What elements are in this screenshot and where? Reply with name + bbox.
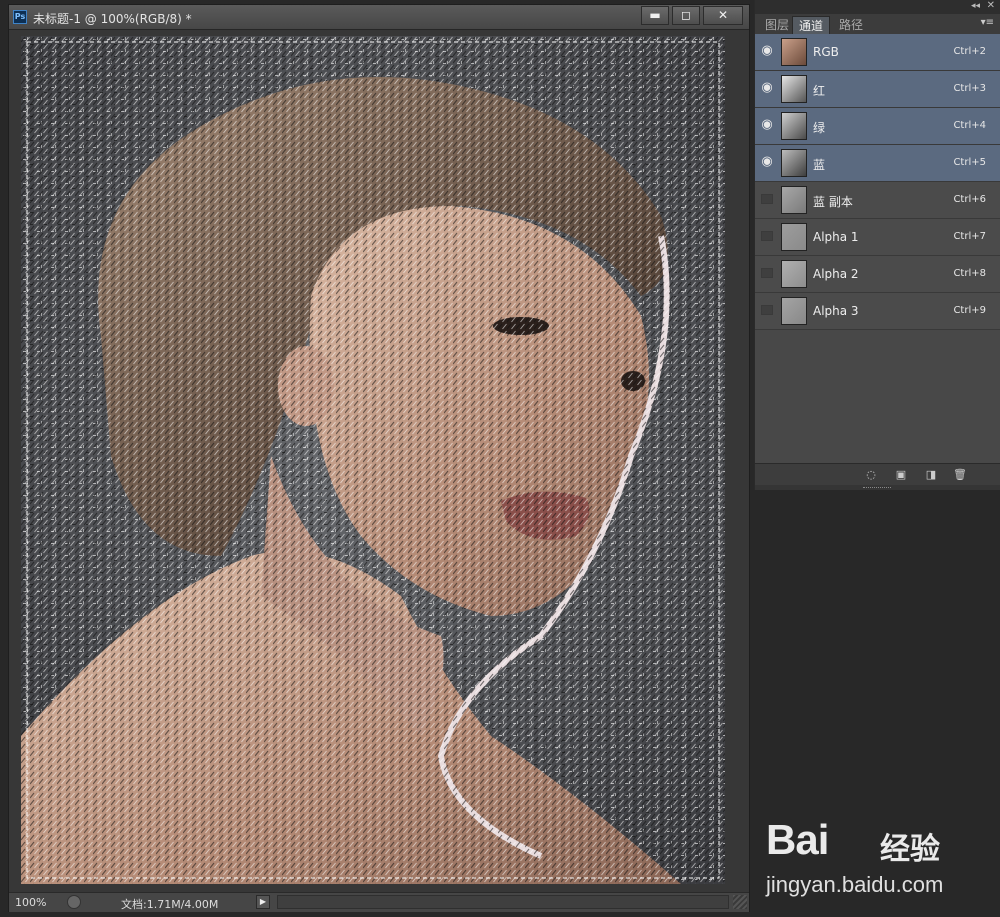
channel-thumbnail <box>781 186 807 214</box>
visibility-toggle[interactable] <box>761 268 773 278</box>
channel-thumbnail <box>781 149 807 177</box>
tab-channels[interactable]: 通道 <box>792 16 831 35</box>
channel-thumbnail <box>781 112 807 140</box>
load-selection-icon[interactable]: ◌ <box>865 469 877 480</box>
visibility-toggle[interactable] <box>761 305 773 315</box>
channel-shortcut: Ctrl+5 <box>953 157 986 168</box>
channel-list: ◉ RGB Ctrl+2 ◉ 红 Ctrl+3 ◉ 绿 Ctrl+4 ◉ 蓝 Ctrl+5 蓝 副本 Ct… <box>755 34 1000 330</box>
channel-name: Alpha 2 <box>813 267 859 281</box>
canvas-area[interactable] <box>9 30 749 892</box>
channels-panel: ◂◂ ✕ 图层 通道 路径 ▾≡ ◉ RGB Ctrl+2 ◉ 红 Ctrl+3 ◉ 绿 Ctr… <box>754 0 1000 490</box>
panel-menu-icon[interactable]: ▾≡ <box>981 17 994 28</box>
document-title: 未标题-1 @ 100%(RGB/8) * <box>33 12 192 26</box>
channel-shortcut: Ctrl+6 <box>953 194 986 205</box>
channel-row[interactable]: ◉ 绿 Ctrl+4 <box>755 108 1000 145</box>
channel-name: Alpha 3 <box>813 304 859 318</box>
document-titlebar[interactable]: Ps 未标题-1 @ 100%(RGB/8) * ▬ ◻ ✕ <box>9 5 749 30</box>
document-size: 文档:1.71M/4.00M <box>121 898 219 911</box>
eye-icon[interactable]: ◉ <box>761 155 773 168</box>
baidu-watermark: Bai 经验 jingyan.baidu.com <box>766 808 996 904</box>
channel-thumbnail <box>781 260 807 288</box>
channel-thumbnail <box>781 75 807 103</box>
panel-tabs: 图层 通道 路径 ▾≡ <box>755 14 1000 35</box>
channel-row[interactable]: ◉ 蓝 Ctrl+5 <box>755 145 1000 182</box>
channel-name: Alpha 1 <box>813 230 859 244</box>
window-controls: ▬ ◻ ✕ <box>638 6 743 25</box>
channel-name: RGB <box>813 45 839 59</box>
panel-header: ◂◂ ✕ <box>755 0 1000 14</box>
status-menu-arrow-icon[interactable]: ▶ <box>256 895 270 909</box>
status-bar: 100% 文档:1.71M/4.00M ▶ <box>9 892 749 912</box>
document-window[interactable]: Ps 未标题-1 @ 100%(RGB/8) * ▬ ◻ ✕ 100% 文档:1… <box>8 4 750 912</box>
visibility-toggle[interactable] <box>761 194 773 204</box>
channel-row[interactable]: Alpha 1 Ctrl+7 <box>755 219 1000 256</box>
zoom-level[interactable]: 100% <box>15 896 46 909</box>
channel-thumbnail <box>781 297 807 325</box>
close-button[interactable]: ✕ <box>703 6 743 25</box>
new-channel-icon[interactable]: ◨ <box>925 469 937 480</box>
watermark-logo-cn: 经验 <box>880 832 940 867</box>
delete-channel-icon[interactable]: 🗑 <box>953 469 967 480</box>
photoshop-icon: Ps <box>13 10 27 24</box>
channel-row[interactable]: ◉ 红 Ctrl+3 <box>755 71 1000 108</box>
resize-grip-icon[interactable] <box>733 895 747 909</box>
restore-button[interactable]: ◻ <box>672 6 700 25</box>
channel-row[interactable]: 蓝 副本 Ctrl+6 <box>755 182 1000 219</box>
panel-close-icon[interactable]: ✕ <box>987 0 995 11</box>
channel-shortcut: Ctrl+9 <box>953 305 986 316</box>
channel-thumbnail <box>781 38 807 66</box>
watermark-url: jingyan.baidu.com <box>766 872 944 897</box>
channel-name: 绿 <box>813 121 826 135</box>
channel-shortcut: Ctrl+8 <box>953 268 986 279</box>
image-canvas[interactable] <box>21 36 725 884</box>
horizontal-scrollbar[interactable] <box>277 895 729 909</box>
tab-layers[interactable]: 图层 <box>759 16 795 34</box>
channel-row[interactable]: ◉ RGB Ctrl+2 <box>755 34 1000 71</box>
channel-shortcut: Ctrl+7 <box>953 231 986 242</box>
channel-thumbnail <box>781 223 807 251</box>
channel-shortcut: Ctrl+3 <box>953 83 986 94</box>
channel-row[interactable]: Alpha 3 Ctrl+9 <box>755 293 1000 330</box>
channel-name: 蓝 <box>813 158 826 172</box>
watermark-logo: Bai <box>766 816 829 863</box>
portrait-image <box>21 36 725 884</box>
panel-footer: ◌ ▣ ◨ 🗑 <box>755 463 1000 486</box>
save-selection-icon[interactable]: ▣ <box>895 469 907 480</box>
tab-paths[interactable]: 路径 <box>833 16 869 34</box>
eye-icon[interactable]: ◉ <box>761 44 773 57</box>
collapse-icon[interactable]: ◂◂ <box>971 1 980 11</box>
visibility-toggle[interactable] <box>761 231 773 241</box>
channel-shortcut: Ctrl+4 <box>953 120 986 131</box>
channel-name: 蓝 副本 <box>813 195 853 209</box>
minimize-button[interactable]: ▬ <box>641 6 669 25</box>
eye-icon[interactable]: ◉ <box>761 118 773 131</box>
channel-name: 红 <box>813 84 826 98</box>
eye-icon[interactable]: ◉ <box>761 81 773 94</box>
status-info-icon[interactable] <box>67 895 81 909</box>
panel-resize-handle[interactable] <box>755 485 1000 490</box>
channel-row[interactable]: Alpha 2 Ctrl+8 <box>755 256 1000 293</box>
channel-shortcut: Ctrl+2 <box>953 46 986 57</box>
